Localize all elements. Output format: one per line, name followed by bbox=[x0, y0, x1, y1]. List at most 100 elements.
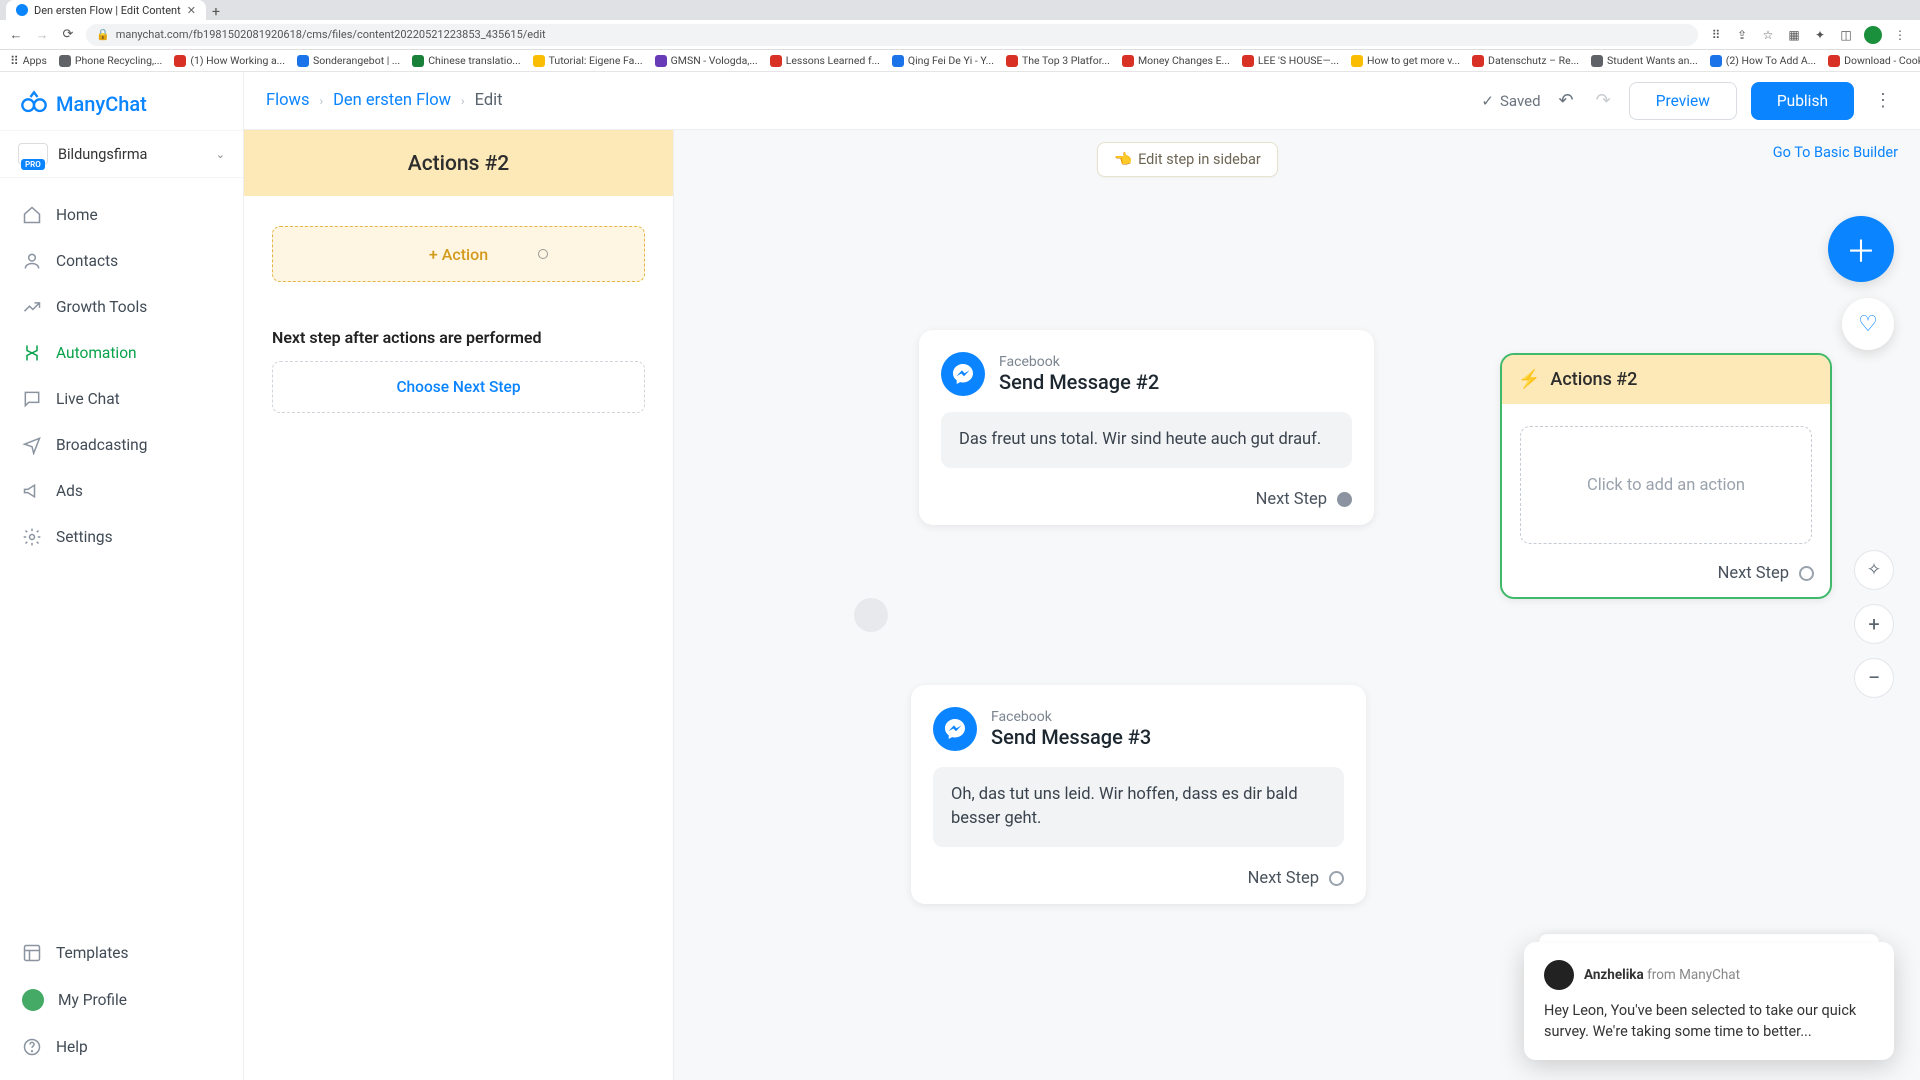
add-action-button[interactable]: + Action bbox=[272, 226, 645, 282]
node-send-message-3[interactable]: Facebook Send Message #3 Oh, das tut uns… bbox=[911, 685, 1366, 904]
bookmark-item[interactable]: The Top 3 Platfor... bbox=[1006, 54, 1110, 67]
bookmark-item[interactable]: (2) How To Add A... bbox=[1710, 54, 1816, 67]
chevron-right-icon: › bbox=[461, 94, 465, 108]
next-step-label: Next Step bbox=[1248, 869, 1319, 888]
nav-contacts[interactable]: Contacts bbox=[0, 238, 243, 284]
nav-ads[interactable]: Ads bbox=[0, 468, 243, 514]
node-send-message-2[interactable]: Facebook Send Message #2 Das freut uns t… bbox=[919, 330, 1374, 525]
chat-avatar bbox=[1544, 960, 1574, 990]
zoom-in-button[interactable]: + bbox=[1854, 604, 1894, 644]
node-platform: Facebook bbox=[999, 354, 1159, 370]
nav-automation[interactable]: Automation bbox=[0, 330, 243, 376]
bookmarks-bar: ⠿ Apps Phone Recycling,... (1) How Working… bbox=[0, 50, 1920, 72]
bookmark-item[interactable]: GMSN - Vologda,... bbox=[655, 54, 758, 67]
next-step-label: Next Step bbox=[1256, 490, 1327, 509]
edit-in-sidebar-button[interactable]: 👈Edit step in sidebar bbox=[1097, 142, 1278, 177]
breadcrumb: Flows › Den ersten Flow › Edit bbox=[266, 91, 503, 110]
auto-layout-button[interactable]: ✧ bbox=[1854, 550, 1894, 590]
tab-close-icon[interactable]: ✕ bbox=[187, 4, 196, 17]
chat-author: Anzhelika bbox=[1584, 967, 1644, 983]
output-port[interactable] bbox=[1329, 871, 1344, 886]
bookmark-item[interactable]: Lessons Learned f... bbox=[770, 54, 880, 67]
share-icon[interactable]: ⇪ bbox=[1734, 27, 1750, 43]
undo-button[interactable]: ↶ bbox=[1555, 90, 1578, 111]
bookmark-item[interactable]: How to get more v... bbox=[1351, 54, 1460, 67]
apps-button[interactable]: ⠿ Apps bbox=[10, 54, 47, 68]
support-chat-popup[interactable]: Anzhelika from ManyChat Hey Leon, You've… bbox=[1524, 942, 1894, 1060]
browser-tab[interactable]: Den ersten Flow | Edit Content ✕ bbox=[6, 0, 206, 20]
nav-profile[interactable]: My Profile bbox=[0, 976, 243, 1024]
bookmark-item[interactable]: Tutorial: Eigene Fa... bbox=[533, 54, 643, 67]
nav-reload-icon[interactable]: ⟳ bbox=[60, 27, 76, 42]
tab-favicon bbox=[16, 4, 28, 16]
next-step-label: Next Step bbox=[1718, 564, 1789, 583]
messenger-icon bbox=[941, 352, 985, 396]
gear-icon bbox=[22, 527, 42, 547]
bookmark-item[interactable]: Student Wants an... bbox=[1591, 54, 1698, 67]
output-port[interactable] bbox=[1799, 566, 1814, 581]
nav-growth[interactable]: Growth Tools bbox=[0, 284, 243, 330]
bookmark-item[interactable]: Datenschutz – Re... bbox=[1472, 54, 1579, 67]
chat-message: Hey Leon, You've been selected to take o… bbox=[1544, 1000, 1874, 1042]
bookmark-item[interactable]: Download - Cooki... bbox=[1828, 54, 1920, 67]
chat-icon bbox=[22, 389, 42, 409]
kebab-icon[interactable]: ⋮ bbox=[1892, 27, 1908, 43]
bookmark-item[interactable]: Qing Fei De Yi - Y... bbox=[892, 54, 994, 67]
url-text: manychat.com/fb198150208192061​8/cms/fil… bbox=[116, 28, 546, 41]
zoom-out-button[interactable]: − bbox=[1854, 658, 1894, 698]
add-node-fab[interactable]: ＋ bbox=[1828, 216, 1894, 282]
edit-panel: Actions #2 + Action Next step after acti… bbox=[244, 130, 674, 1080]
nav-livechat[interactable]: Live Chat bbox=[0, 376, 243, 422]
preview-button[interactable]: Preview bbox=[1629, 82, 1737, 120]
bookmark-item[interactable]: Phone Recycling,... bbox=[59, 54, 162, 67]
lock-icon: 🔒 bbox=[96, 28, 110, 41]
favorite-fab[interactable]: ♡ bbox=[1842, 298, 1894, 350]
profile-avatar-icon[interactable] bbox=[1864, 26, 1882, 44]
puzzle-icon[interactable]: ✦ bbox=[1812, 27, 1828, 43]
redo-button: ↷ bbox=[1592, 90, 1615, 111]
bookmark-item[interactable]: LEE 'S HOUSE—... bbox=[1242, 54, 1339, 67]
org-switcher[interactable]: PRO Bildungsfirma ⌄ bbox=[0, 130, 243, 178]
org-avatar: PRO bbox=[18, 143, 48, 165]
flow-canvas[interactable]: 👈Edit step in sidebar Go To Basic Builde… bbox=[674, 130, 1920, 1080]
url-bar[interactable]: 🔒 manychat.com/fb198150208192061​8/cms/f… bbox=[86, 24, 1698, 46]
pin-icon[interactable]: ◫ bbox=[1838, 27, 1854, 43]
star-icon[interactable]: ☆ bbox=[1760, 27, 1776, 43]
templates-icon bbox=[22, 943, 42, 963]
choose-next-step-button[interactable]: Choose Next Step bbox=[272, 361, 645, 413]
bookmark-item[interactable]: Money Changes E... bbox=[1122, 54, 1230, 67]
nav-back-icon[interactable]: ← bbox=[8, 27, 24, 43]
nav-templates[interactable]: Templates bbox=[0, 930, 243, 976]
ads-icon bbox=[22, 481, 42, 501]
node-title: Send Message #2 bbox=[999, 370, 1159, 394]
nav-home[interactable]: Home bbox=[0, 192, 243, 238]
nav-settings[interactable]: Settings bbox=[0, 514, 243, 560]
goto-basic-builder-link[interactable]: Go To Basic Builder bbox=[1773, 144, 1898, 161]
publish-button[interactable]: Publish bbox=[1751, 82, 1854, 120]
output-port[interactable] bbox=[1337, 492, 1352, 507]
collapsed-node-handle[interactable] bbox=[854, 598, 888, 632]
bookmark-item[interactable]: (1) How Working a... bbox=[174, 54, 285, 67]
nav-help[interactable]: Help bbox=[0, 1024, 243, 1070]
crumb-flowname[interactable]: Den ersten Flow bbox=[333, 91, 451, 110]
add-action-placeholder[interactable]: Click to add an action bbox=[1520, 426, 1812, 544]
more-menu-icon[interactable]: ⋮ bbox=[1868, 90, 1898, 111]
point-left-icon: 👈 bbox=[1114, 151, 1132, 168]
bookmark-item[interactable]: Chinese translatio... bbox=[412, 54, 520, 67]
bookmark-item[interactable]: Sonderangebot | ... bbox=[297, 54, 400, 67]
new-tab-button[interactable]: + bbox=[206, 4, 226, 20]
saved-indicator: ✓Saved bbox=[1481, 92, 1540, 110]
profile-avatar-icon bbox=[22, 989, 44, 1011]
node-actions-2[interactable]: ⚡Actions #2 Click to add an action Next … bbox=[1500, 353, 1832, 599]
nav-broadcasting[interactable]: Broadcasting bbox=[0, 422, 243, 468]
translate-icon[interactable]: ⠿ bbox=[1708, 27, 1724, 43]
chevron-down-icon: ⌄ bbox=[216, 148, 225, 161]
connectors bbox=[674, 130, 974, 280]
grid-icon[interactable]: ▦ bbox=[1786, 27, 1802, 43]
crumb-flows[interactable]: Flows bbox=[266, 91, 309, 110]
messenger-icon bbox=[933, 707, 977, 751]
help-icon bbox=[22, 1037, 42, 1057]
chevron-right-icon: › bbox=[319, 94, 323, 108]
nav-forward-icon[interactable]: → bbox=[34, 27, 50, 43]
brand[interactable]: ManyChat bbox=[0, 72, 243, 130]
